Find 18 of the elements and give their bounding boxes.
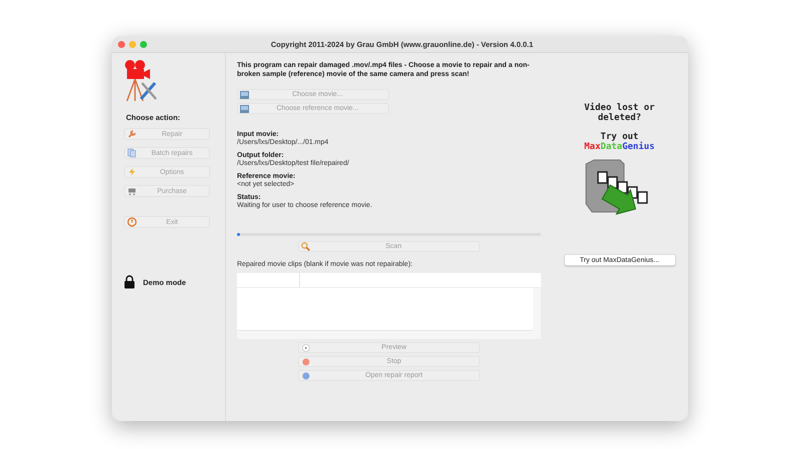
documents-icon [127,148,137,158]
brand-word: Max [584,142,601,152]
zoom-button[interactable] [140,40,147,48]
brand-word: Genius [622,142,655,152]
stop-icon [301,356,311,367]
wrench-icon [127,129,137,139]
promo-question: Video lost or deleted? [583,103,656,123]
lock-icon [124,275,135,289]
close-button[interactable] [118,40,125,48]
info-icon [301,370,311,381]
cart-icon [127,186,137,196]
play-icon [301,342,311,353]
power-icon [127,217,137,227]
brand-word: Data [600,142,622,152]
promo-try-out: Try out [600,132,638,142]
lightning-icon [127,167,137,177]
minimize-button[interactable] [129,40,136,48]
magnifier-icon [301,242,310,252]
